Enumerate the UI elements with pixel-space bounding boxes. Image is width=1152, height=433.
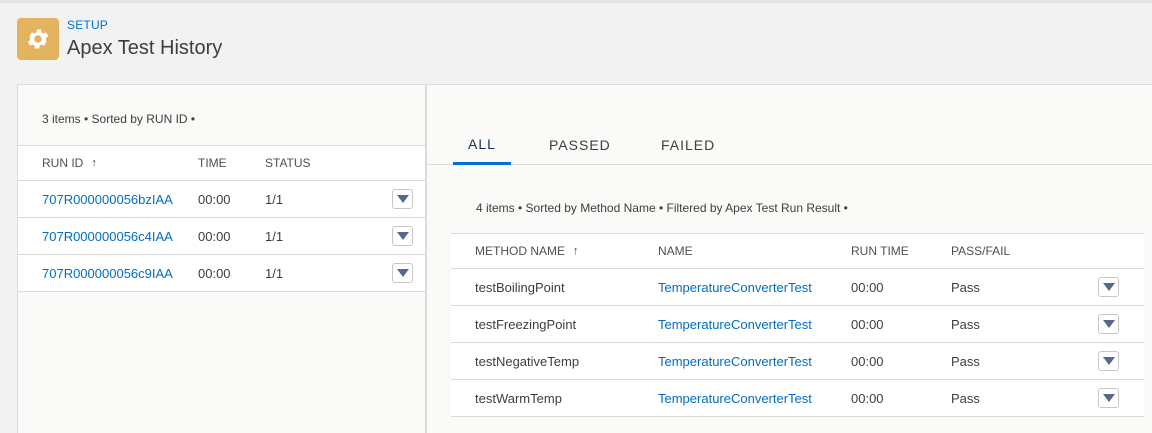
column-label: RUN ID — [42, 156, 84, 170]
row-action-button[interactable] — [1098, 277, 1119, 297]
chevron-down-icon — [396, 195, 409, 203]
column-header-pass-fail[interactable]: PASS/FAIL — [951, 234, 1010, 268]
status-cell: 1/1 — [265, 191, 284, 207]
chevron-down-icon — [1102, 283, 1115, 291]
gear-icon — [17, 18, 59, 60]
chevron-down-icon — [1102, 320, 1115, 328]
test-results-panel: ALL PASSED FAILED 4 items • Sorted by Me… — [426, 84, 1152, 433]
list-info: 4 items • Sorted by Method Name • Filter… — [476, 201, 848, 215]
test-class-link[interactable]: TemperatureConverterTest — [658, 380, 812, 416]
tab-passed[interactable]: PASSED — [535, 125, 625, 165]
row-action-button[interactable] — [1098, 314, 1119, 334]
run-id-link[interactable]: 707R000000056c9IAA — [42, 255, 173, 291]
test-class-link[interactable]: TemperatureConverterTest — [658, 343, 812, 379]
row-action-button[interactable] — [1098, 351, 1119, 371]
row-action-button[interactable] — [392, 263, 413, 283]
run-time-cell: 00:00 — [851, 353, 884, 369]
table-row: testNegativeTemp TemperatureConverterTes… — [451, 343, 1144, 380]
table-row: testWarmTemp TemperatureConverterTest 00… — [451, 380, 1144, 417]
page-header: SETUP Apex Test History — [0, 3, 1152, 83]
sort-arrow-icon: ↑ — [91, 157, 97, 169]
chevron-down-icon — [396, 232, 409, 240]
time-cell: 00:00 — [198, 228, 231, 244]
time-cell: 00:00 — [198, 191, 231, 207]
run-time-cell: 00:00 — [851, 279, 884, 295]
list-info: 3 items • Sorted by RUN ID • — [42, 112, 196, 126]
breadcrumb[interactable]: SETUP — [67, 18, 108, 32]
run-time-cell: 00:00 — [851, 316, 884, 332]
row-action-button[interactable] — [1098, 388, 1119, 408]
table-header: METHOD NAME ↑ NAME RUN TIME PASS/FAIL — [451, 233, 1144, 269]
column-header-time[interactable]: TIME — [198, 146, 227, 180]
row-action-button[interactable] — [392, 226, 413, 246]
method-name-cell: testFreezingPoint — [475, 316, 577, 332]
pass-fail-cell: Pass — [951, 316, 980, 332]
test-class-link[interactable]: TemperatureConverterTest — [658, 306, 812, 342]
chevron-down-icon — [1102, 394, 1115, 402]
test-class-link[interactable]: TemperatureConverterTest — [658, 269, 812, 305]
table-row: 707R000000056bzIAA 00:00 1/1 — [18, 181, 425, 218]
table-row: 707R000000056c4IAA 00:00 1/1 — [18, 218, 425, 255]
table-row: 707R000000056c9IAA 00:00 1/1 — [18, 255, 425, 292]
table-row: testFreezingPoint TemperatureConverterTe… — [451, 306, 1144, 343]
tab-failed[interactable]: FAILED — [647, 125, 729, 165]
pass-fail-cell: Pass — [951, 279, 980, 295]
column-header-run-id[interactable]: RUN ID ↑ — [42, 146, 97, 180]
page-title: Apex Test History — [67, 37, 223, 59]
run-time-cell: 00:00 — [851, 390, 884, 406]
tab-all[interactable]: ALL — [453, 125, 511, 165]
column-header-run-time[interactable]: RUN TIME — [851, 234, 909, 268]
pass-fail-cell: Pass — [951, 353, 980, 369]
status-cell: 1/1 — [265, 265, 284, 281]
result-tabs: ALL PASSED FAILED — [427, 125, 1152, 165]
sort-arrow-icon: ↑ — [573, 245, 579, 257]
column-header-status[interactable]: STATUS — [265, 146, 311, 180]
column-header-name[interactable]: NAME — [658, 234, 693, 268]
column-label: METHOD NAME — [475, 244, 565, 258]
method-name-cell: testBoilingPoint — [475, 279, 565, 295]
method-name-cell: testNegativeTemp — [475, 353, 580, 369]
chevron-down-icon — [1102, 357, 1115, 365]
chevron-down-icon — [396, 269, 409, 277]
method-name-cell: testWarmTemp — [475, 390, 562, 406]
row-action-button[interactable] — [392, 189, 413, 209]
column-header-method-name[interactable]: METHOD NAME ↑ — [475, 234, 579, 268]
status-cell: 1/1 — [265, 228, 284, 244]
run-id-link[interactable]: 707R000000056bzIAA — [42, 181, 173, 217]
run-list-panel: 3 items • Sorted by RUN ID • RUN ID ↑ TI… — [17, 84, 426, 433]
table-header: RUN ID ↑ TIME STATUS — [18, 145, 425, 181]
run-id-link[interactable]: 707R000000056c4IAA — [42, 218, 173, 254]
table-row: testBoilingPoint TemperatureConverterTes… — [451, 269, 1144, 306]
pass-fail-cell: Pass — [951, 390, 980, 406]
time-cell: 00:00 — [198, 265, 231, 281]
